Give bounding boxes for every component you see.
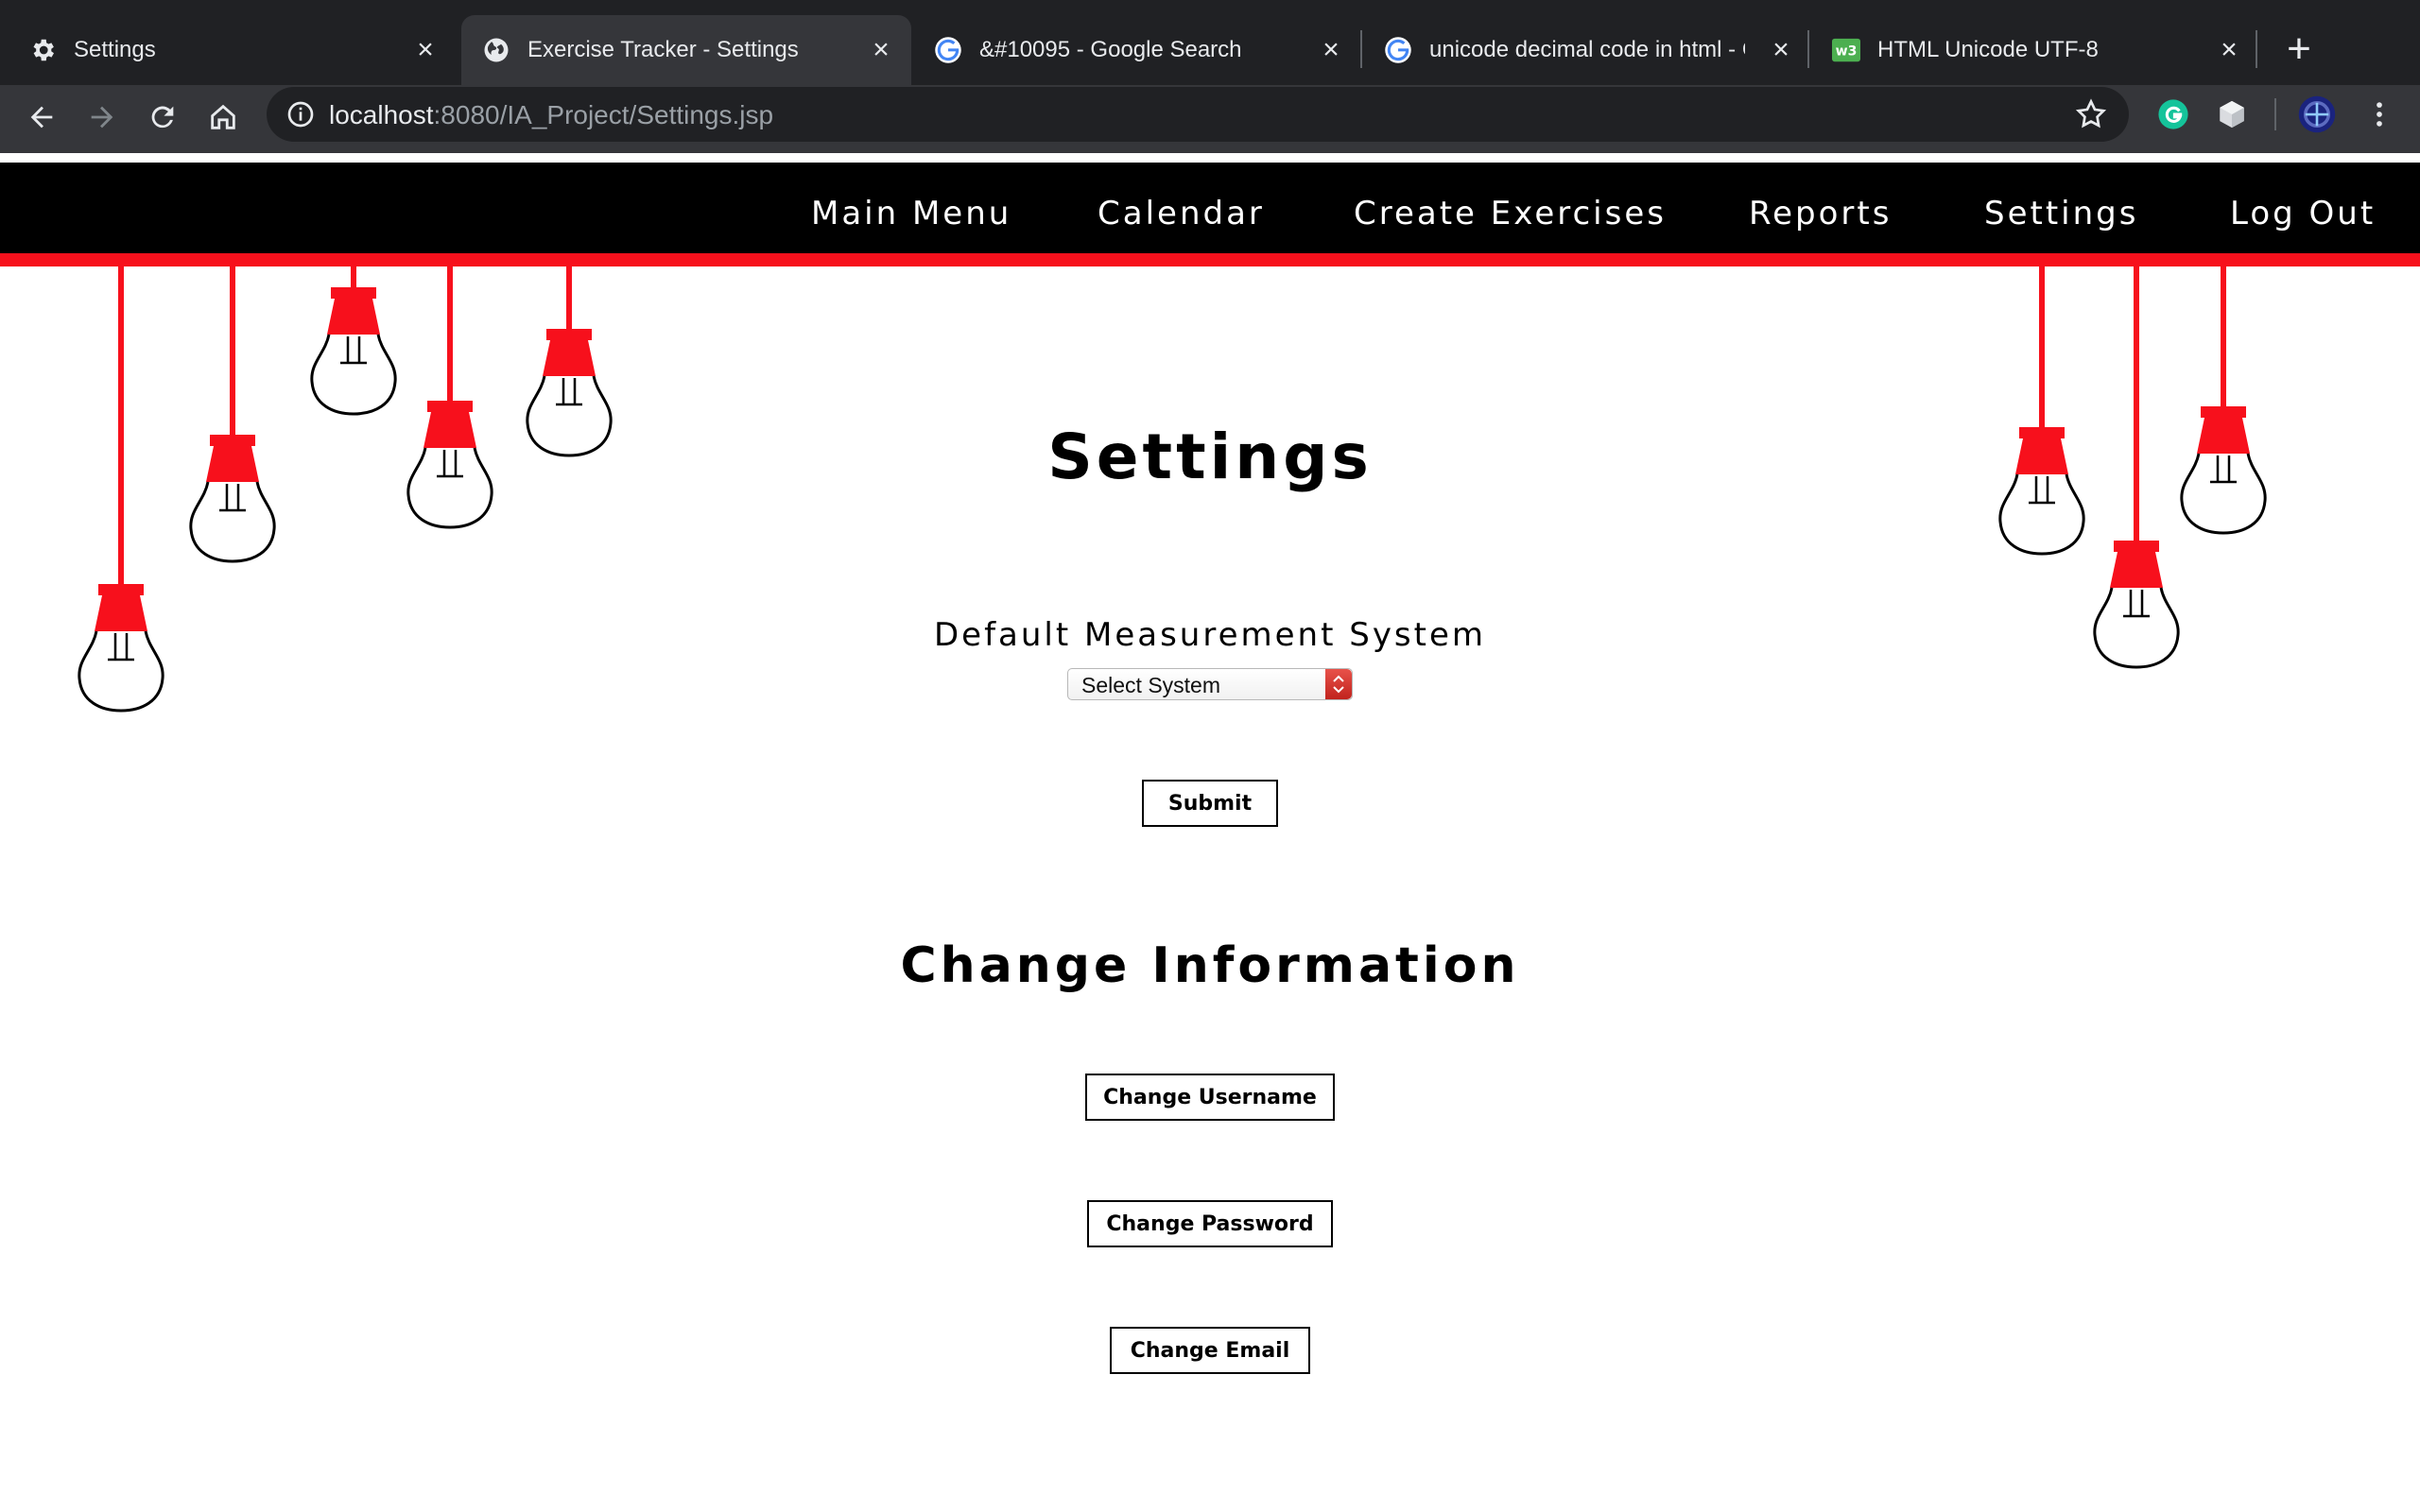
w3schools-icon: w3 [1832, 36, 1860, 64]
change-information-heading: Change Information [900, 937, 1520, 994]
reload-button[interactable] [140, 94, 185, 140]
close-icon[interactable]: × [2212, 33, 2246, 67]
tab-separator [2256, 30, 2257, 68]
cube-extension-icon[interactable] [2212, 94, 2252, 134]
forward-arrow-icon [91, 106, 113, 129]
select-arrows-icon[interactable] [1325, 669, 1352, 699]
forward-button[interactable] [79, 94, 125, 140]
change-email-button[interactable]: Change Email [1110, 1327, 1310, 1374]
back-button[interactable] [19, 94, 64, 140]
tab-exercise-tracker[interactable]: Exercise Tracker - Settings × [461, 15, 911, 85]
tab-google-search-1[interactable]: &#10095 - Google Search × [913, 15, 1361, 85]
tab-title: unicode decimal code in html - Google Se… [1429, 37, 1745, 62]
measurement-system-label: Default Measurement System [933, 616, 1487, 654]
tab-google-search-2[interactable]: unicode decimal code in html - Google Se… [1363, 15, 1811, 85]
globe-icon [482, 36, 510, 64]
nav-main-menu[interactable]: Main Menu [811, 195, 1011, 232]
reload-icon [151, 106, 174, 129]
gear-icon [28, 36, 57, 64]
change-username-button[interactable]: Change Username [1085, 1074, 1335, 1121]
google-icon [1384, 36, 1412, 64]
new-tab-button[interactable]: + [2276, 26, 2322, 72]
light-bulb-icon [310, 285, 397, 416]
page-title: Settings [1047, 421, 1373, 493]
tab-separator [1807, 30, 1809, 68]
bookmark-star-icon[interactable] [2074, 97, 2108, 131]
url-path: :8080/IA_Project/Settings.jsp [433, 100, 774, 129]
profile-avatar-icon[interactable] [2297, 94, 2337, 134]
nav-log-out[interactable]: Log Out [2230, 195, 2376, 232]
nav-calendar[interactable]: Calendar [1098, 195, 1265, 232]
tab-title: Exercise Tracker - Settings [527, 37, 799, 62]
site-nav-bar: Main Menu Calendar Create Exercises Repo… [0, 163, 2420, 253]
google-icon [934, 36, 962, 64]
home-button[interactable] [200, 94, 246, 140]
nav-reports[interactable]: Reports [1749, 195, 1892, 232]
nav-create-exercises[interactable]: Create Exercises [1354, 195, 1667, 232]
info-icon[interactable] [285, 99, 316, 129]
page-content: Main Menu Calendar Create Exercises Repo… [0, 153, 2420, 1512]
chrome-menu-icon[interactable] [2360, 94, 2399, 134]
tab-title: Settings [74, 37, 156, 62]
measurement-system-select[interactable]: Select System [1067, 668, 1353, 700]
grammarly-extension-icon[interactable] [2153, 94, 2193, 134]
back-arrow-icon [30, 106, 53, 129]
close-icon[interactable]: × [408, 33, 442, 67]
select-value: Select System [1081, 673, 1220, 697]
home-icon [211, 104, 235, 129]
change-password-button[interactable]: Change Password [1087, 1200, 1333, 1247]
tab-title: HTML Unicode UTF-8 [1877, 37, 2099, 62]
tab-html-unicode[interactable]: w3 HTML Unicode UTF-8 × [1811, 15, 2259, 85]
close-icon[interactable]: × [1314, 33, 1348, 67]
url-host: localhost [329, 100, 434, 129]
close-icon[interactable]: × [864, 33, 898, 67]
tab-settings[interactable]: Settings × [8, 15, 456, 85]
tab-separator [1360, 30, 1362, 68]
select-box[interactable]: Select System [1067, 668, 1353, 700]
toolbar-divider [2274, 98, 2276, 130]
nav-accent-stripe [0, 253, 2420, 266]
tab-title: &#10095 - Google Search [979, 37, 1242, 62]
hanging-bulbs-decoration [78, 266, 2267, 713]
url-text[interactable]: localhost:8080/IA_Project/Settings.jsp [329, 100, 773, 130]
svg-text:w3: w3 [1836, 44, 1858, 60]
address-bar[interactable]: localhost:8080/IA_Project/Settings.jsp [267, 87, 2129, 142]
close-icon[interactable]: × [1764, 33, 1798, 67]
submit-button[interactable]: Submit [1142, 780, 1278, 827]
nav-settings[interactable]: Settings [1984, 195, 2138, 232]
